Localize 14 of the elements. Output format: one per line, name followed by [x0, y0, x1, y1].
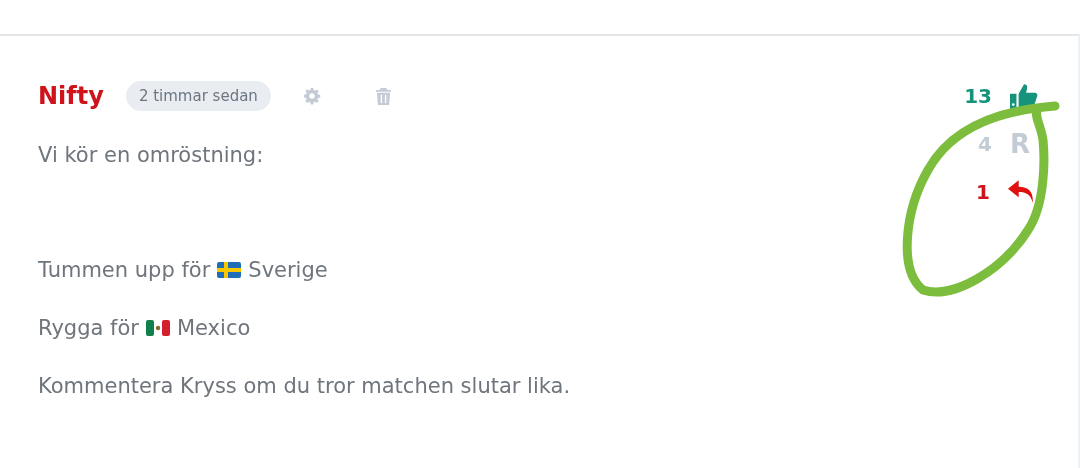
flag-icon [217, 262, 242, 278]
count-label: 4 [978, 132, 992, 156]
reply-count: 1 [976, 180, 990, 204]
timestamp-badge: 2 timmar sedan [125, 81, 271, 111]
comment-text: Sverige [248, 257, 328, 283]
author-name[interactable]: Nifty [38, 82, 104, 110]
flag-icon [145, 320, 170, 336]
comment-text: Mexico [176, 315, 251, 341]
comment-text: Vi kör en omröstning: [38, 142, 265, 168]
like-count: 13 [964, 84, 992, 108]
comment-text: Rygga för [38, 315, 139, 341]
comment-text: Kommentera Kryss om du tror matchen slutar lika. [38, 373, 572, 399]
thumbs-up-icon[interactable] [1010, 83, 1038, 109]
comment-text: Tummen upp för [38, 257, 211, 283]
